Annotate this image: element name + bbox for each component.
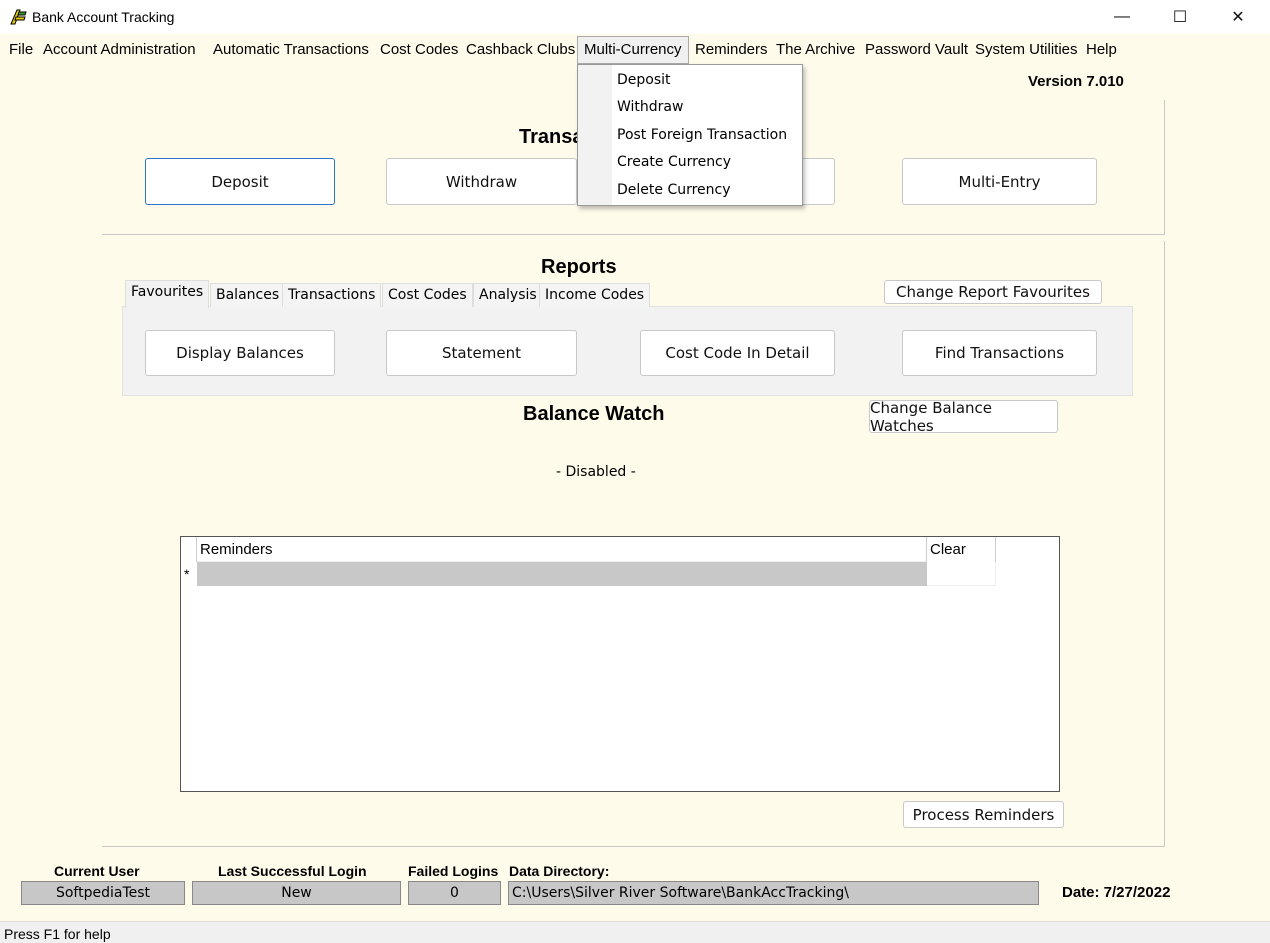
menu-password-vault[interactable]: Password Vault xyxy=(865,41,968,58)
menu-cost-codes[interactable]: Cost Codes xyxy=(380,41,458,58)
failed-logins-label: Failed Logins xyxy=(408,863,499,879)
display-balances-button[interactable]: Display Balances xyxy=(145,330,335,376)
menu-help[interactable]: Help xyxy=(1086,41,1117,58)
data-directory-label: Data Directory: xyxy=(509,863,610,879)
menu-multi-currency[interactable]: Multi-Currency xyxy=(577,36,689,64)
current-user-field: SoftpediaTest xyxy=(21,881,185,905)
title-bar xyxy=(0,0,1270,34)
last-login-field: New xyxy=(192,881,401,905)
change-report-favourites-button[interactable]: Change Report Favourites xyxy=(884,280,1102,304)
failed-logins-field: 0 xyxy=(408,881,501,905)
multi-currency-dropdown: Deposit Withdraw Post Foreign Transactio… xyxy=(577,64,803,206)
menu-cashback-clubs[interactable]: Cashback Clubs xyxy=(466,41,575,58)
version-label: Version 7.010 xyxy=(1028,73,1124,90)
tab-income-codes[interactable]: Income Codes xyxy=(539,283,651,307)
dropdown-item-withdraw[interactable]: Withdraw xyxy=(617,99,683,115)
reports-title: Reports xyxy=(541,256,617,278)
tab-balances[interactable]: Balances xyxy=(210,283,286,307)
clear-cell-new[interactable] xyxy=(927,562,996,586)
tab-cost-codes[interactable]: Cost Codes xyxy=(382,283,473,307)
grid-corner xyxy=(181,537,197,562)
status-bar-text: Press F1 for help xyxy=(4,926,111,942)
deposit-button[interactable]: Deposit xyxy=(145,158,335,205)
last-login-label: Last Successful Login xyxy=(218,863,367,879)
status-bar: Press F1 for help xyxy=(0,921,1270,943)
current-user-label: Current User xyxy=(54,863,140,879)
app-logo-icon xyxy=(8,8,27,26)
multi-entry-button[interactable]: Multi-Entry xyxy=(902,158,1097,205)
date-label: Date: 7/27/2022 xyxy=(1062,884,1171,901)
minimize-button[interactable]: — xyxy=(1099,0,1145,34)
menu-reminders[interactable]: Reminders xyxy=(695,41,768,58)
dropdown-gutter xyxy=(578,65,612,205)
balance-watch-status: - Disabled - xyxy=(556,464,636,480)
column-header-reminders[interactable]: Reminders xyxy=(197,537,927,562)
reminder-cell-new[interactable] xyxy=(197,562,927,586)
tab-transactions[interactable]: Transactions xyxy=(282,283,382,307)
column-header-clear[interactable]: Clear xyxy=(927,537,996,562)
menu-the-archive[interactable]: The Archive xyxy=(776,41,855,58)
dropdown-item-deposit[interactable]: Deposit xyxy=(617,72,671,88)
dropdown-item-delete-currency[interactable]: Delete Currency xyxy=(617,182,731,198)
menu-file[interactable]: File xyxy=(9,41,33,58)
balance-watch-title: Balance Watch xyxy=(523,403,665,425)
maximize-button[interactable]: ☐ xyxy=(1157,0,1203,34)
menu-automatic-transactions[interactable]: Automatic Transactions xyxy=(213,41,369,58)
find-transactions-button[interactable]: Find Transactions xyxy=(902,330,1097,376)
statement-button[interactable]: Statement xyxy=(386,330,577,376)
window-title: Bank Account Tracking xyxy=(32,9,175,25)
menu-account-administration[interactable]: Account Administration xyxy=(43,41,196,58)
close-button[interactable]: ✕ xyxy=(1215,0,1261,34)
process-reminders-button[interactable]: Process Reminders xyxy=(903,801,1064,828)
data-directory-field: C:\Users\Silver River Software\BankAccTr… xyxy=(508,881,1039,905)
tab-favourites[interactable]: Favourites xyxy=(125,280,210,308)
dropdown-item-post-foreign-transaction[interactable]: Post Foreign Transaction xyxy=(617,127,787,143)
withdraw-button[interactable]: Withdraw xyxy=(386,158,577,205)
cost-code-in-detail-button[interactable]: Cost Code In Detail xyxy=(640,330,835,376)
dropdown-item-create-currency[interactable]: Create Currency xyxy=(617,154,731,170)
change-balance-watches-button[interactable]: Change Balance Watches xyxy=(869,399,1058,435)
new-row-marker: * xyxy=(184,566,190,582)
tab-analysis[interactable]: Analysis xyxy=(473,283,543,307)
menu-system-utilities[interactable]: System Utilities xyxy=(975,41,1078,58)
